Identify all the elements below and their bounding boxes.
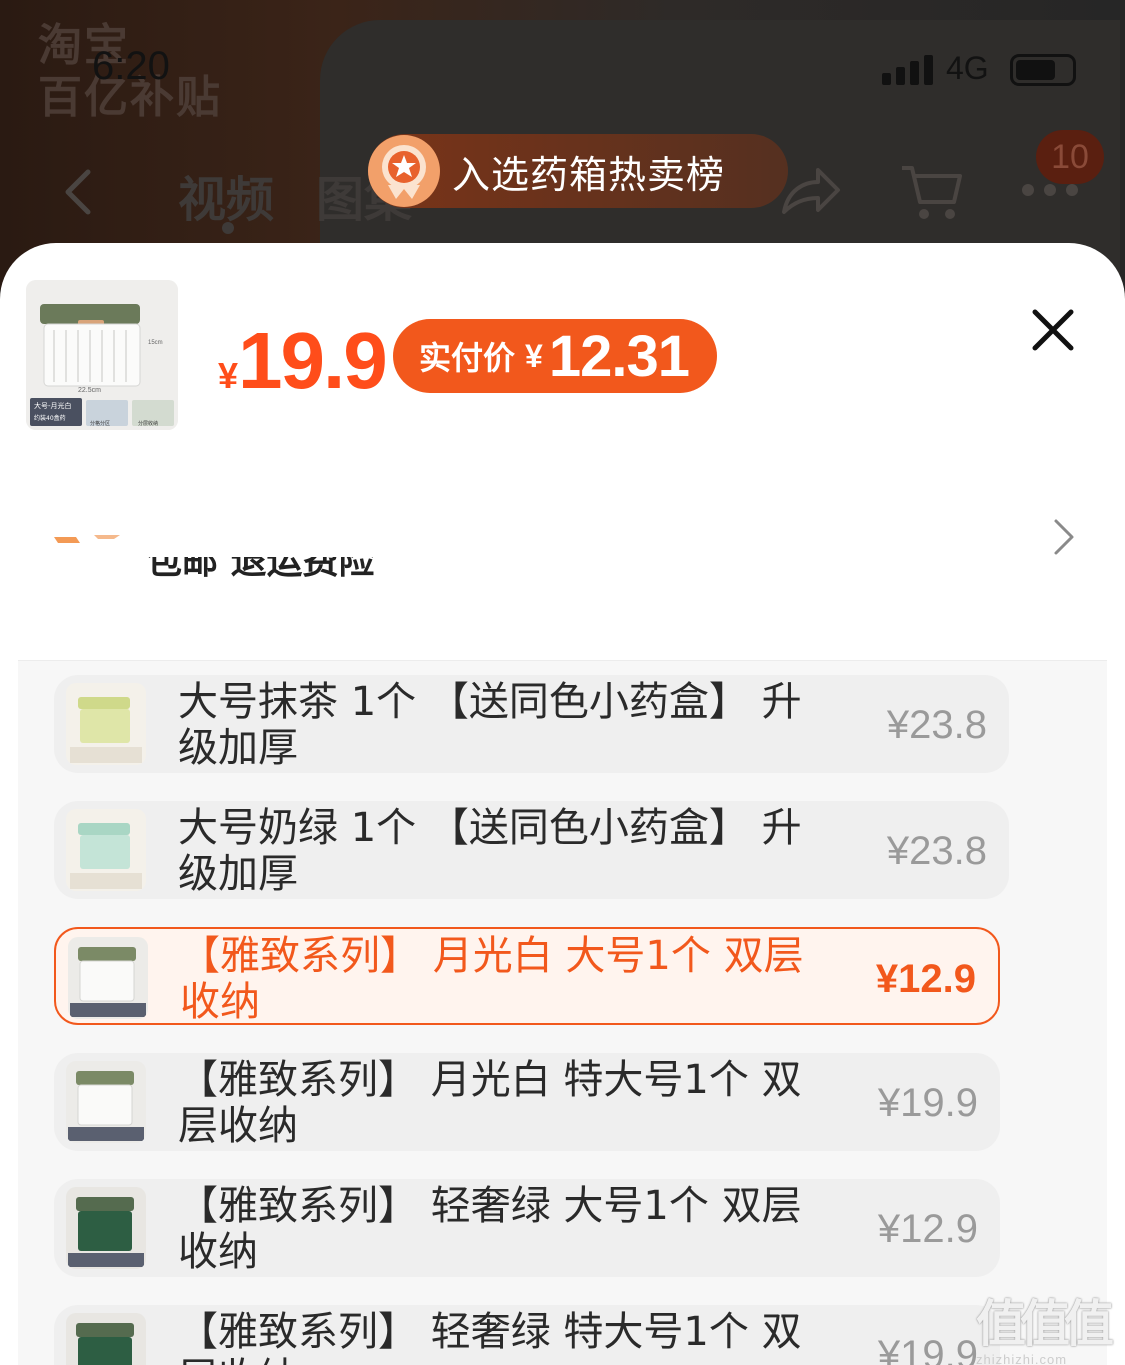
sku-option-price: ¥23.8 (886, 829, 987, 873)
sku-option-name: 【雅致系列】 轻奢绿 大号1个 双层收纳 (178, 1183, 802, 1275)
hot-ranking-label: 入选药箱热卖榜 (452, 152, 726, 197)
network-label: 4G (946, 50, 989, 86)
watermark-glyphs: 值值值 (976, 1295, 1114, 1353)
actual-pay-price-badge: 实付价 ¥ 12.31 (393, 319, 717, 393)
sku-color-body (78, 1337, 132, 1365)
sku-thumbnail (66, 683, 146, 765)
pay-label: 实付价 (419, 340, 516, 376)
sku-color-body (78, 1211, 132, 1251)
sku-option[interactable]: 大号奶绿 1个 【送同色小药盒】 升级加厚 ¥23.8 (54, 801, 1009, 899)
sku-option-list: 大号抹茶 1个 【送同色小药盒】 升级加厚 ¥23.8 大号奶绿 1个 【送同色… (18, 660, 1107, 1365)
sku-selection-sheet: 22.5cm 15cm 大号-月光白 约装40盒药 分格分区 分层收纳 ¥19.… (0, 243, 1125, 1365)
thumb-layer-label: 分层收纳 (138, 420, 158, 427)
sku-option[interactable]: 【雅致系列】 月光白 特大号1个 双层收纳 ¥19.9 (54, 1053, 1000, 1151)
tab-video[interactable]: 视频 (178, 160, 274, 230)
medal-icon (368, 135, 440, 207)
sku-option[interactable]: 【雅致系列】 轻奢绿 大号1个 双层收纳 ¥12.9 (54, 1179, 1000, 1277)
sku-option-price: ¥12.9 (875, 957, 976, 1001)
thumb-height-label: 15cm (148, 340, 163, 346)
cart-icon[interactable] (898, 160, 964, 224)
sku-option-name: 【雅致系列】 月光白 大号1个 双层收纳 (180, 933, 804, 1025)
sku-thumbnail (66, 1061, 146, 1143)
sku-color-lid (78, 823, 130, 835)
product-thumbnail[interactable]: 22.5cm 15cm 大号-月光白 约装40盒药 分格分区 分层收纳 (26, 280, 178, 430)
hot-ranking-badge[interactable]: 入选药箱热卖榜 (368, 134, 788, 208)
sku-thumbnail (66, 1313, 146, 1365)
tab-indicator (222, 222, 234, 234)
sku-option[interactable]: 【雅致系列】 轻奢绿 特大号1个 双层收纳 ¥19.9 (54, 1305, 1000, 1365)
more-icon[interactable] (1020, 182, 1080, 198)
location-icon (54, 535, 120, 543)
sku-option-price: ¥19.9 (877, 1333, 978, 1365)
sku-option[interactable]: 大号抹茶 1个 【送同色小药盒】 升级加厚 ¥23.8 (54, 675, 1009, 773)
sku-option-name: 大号奶绿 1个 【送同色小药盒】 升级加厚 (178, 805, 802, 897)
original-price: ¥19.9 (218, 315, 388, 407)
sku-color-lid (78, 697, 130, 709)
shipping-row[interactable]: 包邮 退运费险 (0, 493, 1125, 603)
thumb-variant-label: 大号-月光白 (34, 401, 72, 410)
sku-option-name: 【雅致系列】 轻奢绿 特大号1个 双层收纳 (178, 1309, 802, 1365)
sku-thumbnail (66, 809, 146, 891)
thumb-width-label: 22.5cm (78, 387, 101, 394)
price-currency: ¥ (218, 355, 239, 396)
back-icon[interactable] (58, 168, 98, 216)
status-time: 6:20 (92, 44, 170, 88)
pay-price-value: 12.31 (548, 323, 690, 389)
cart-count-badge: 10 (1036, 130, 1104, 184)
sku-option-name: 【雅致系列】 月光白 特大号1个 双层收纳 (178, 1057, 802, 1149)
site-watermark: 值值值 zhizhizhi.com (976, 1284, 1121, 1365)
sku-thumbnail (68, 937, 148, 1019)
signal-icon (882, 55, 933, 85)
thumb-compartment-label: 分格分区 (90, 420, 110, 427)
thumb-capacity-label: 约装40盒药 (34, 414, 66, 422)
price-value: 19.9 (238, 316, 388, 405)
sku-option-selected[interactable]: 【雅致系列】 月光白 大号1个 双层收纳 ¥12.9 (54, 927, 1000, 1025)
shipping-text: 包邮 退运费险 (146, 557, 375, 581)
sku-option-name: 大号抹茶 1个 【送同色小药盒】 升级加厚 (178, 679, 802, 771)
sku-thumbnail (66, 1187, 146, 1269)
battery-icon (1010, 54, 1076, 86)
pay-currency: ¥ (525, 337, 543, 374)
sku-option-price: ¥12.9 (877, 1207, 978, 1251)
sku-option-price: ¥19.9 (877, 1081, 978, 1125)
close-icon[interactable] (1030, 307, 1076, 353)
medicine-box-image: 22.5cm 15cm 大号-月光白 约装40盒药 分格分区 分层收纳 (26, 280, 178, 430)
chevron-right-icon[interactable] (1050, 517, 1078, 557)
sku-option-price: ¥23.8 (886, 703, 987, 747)
